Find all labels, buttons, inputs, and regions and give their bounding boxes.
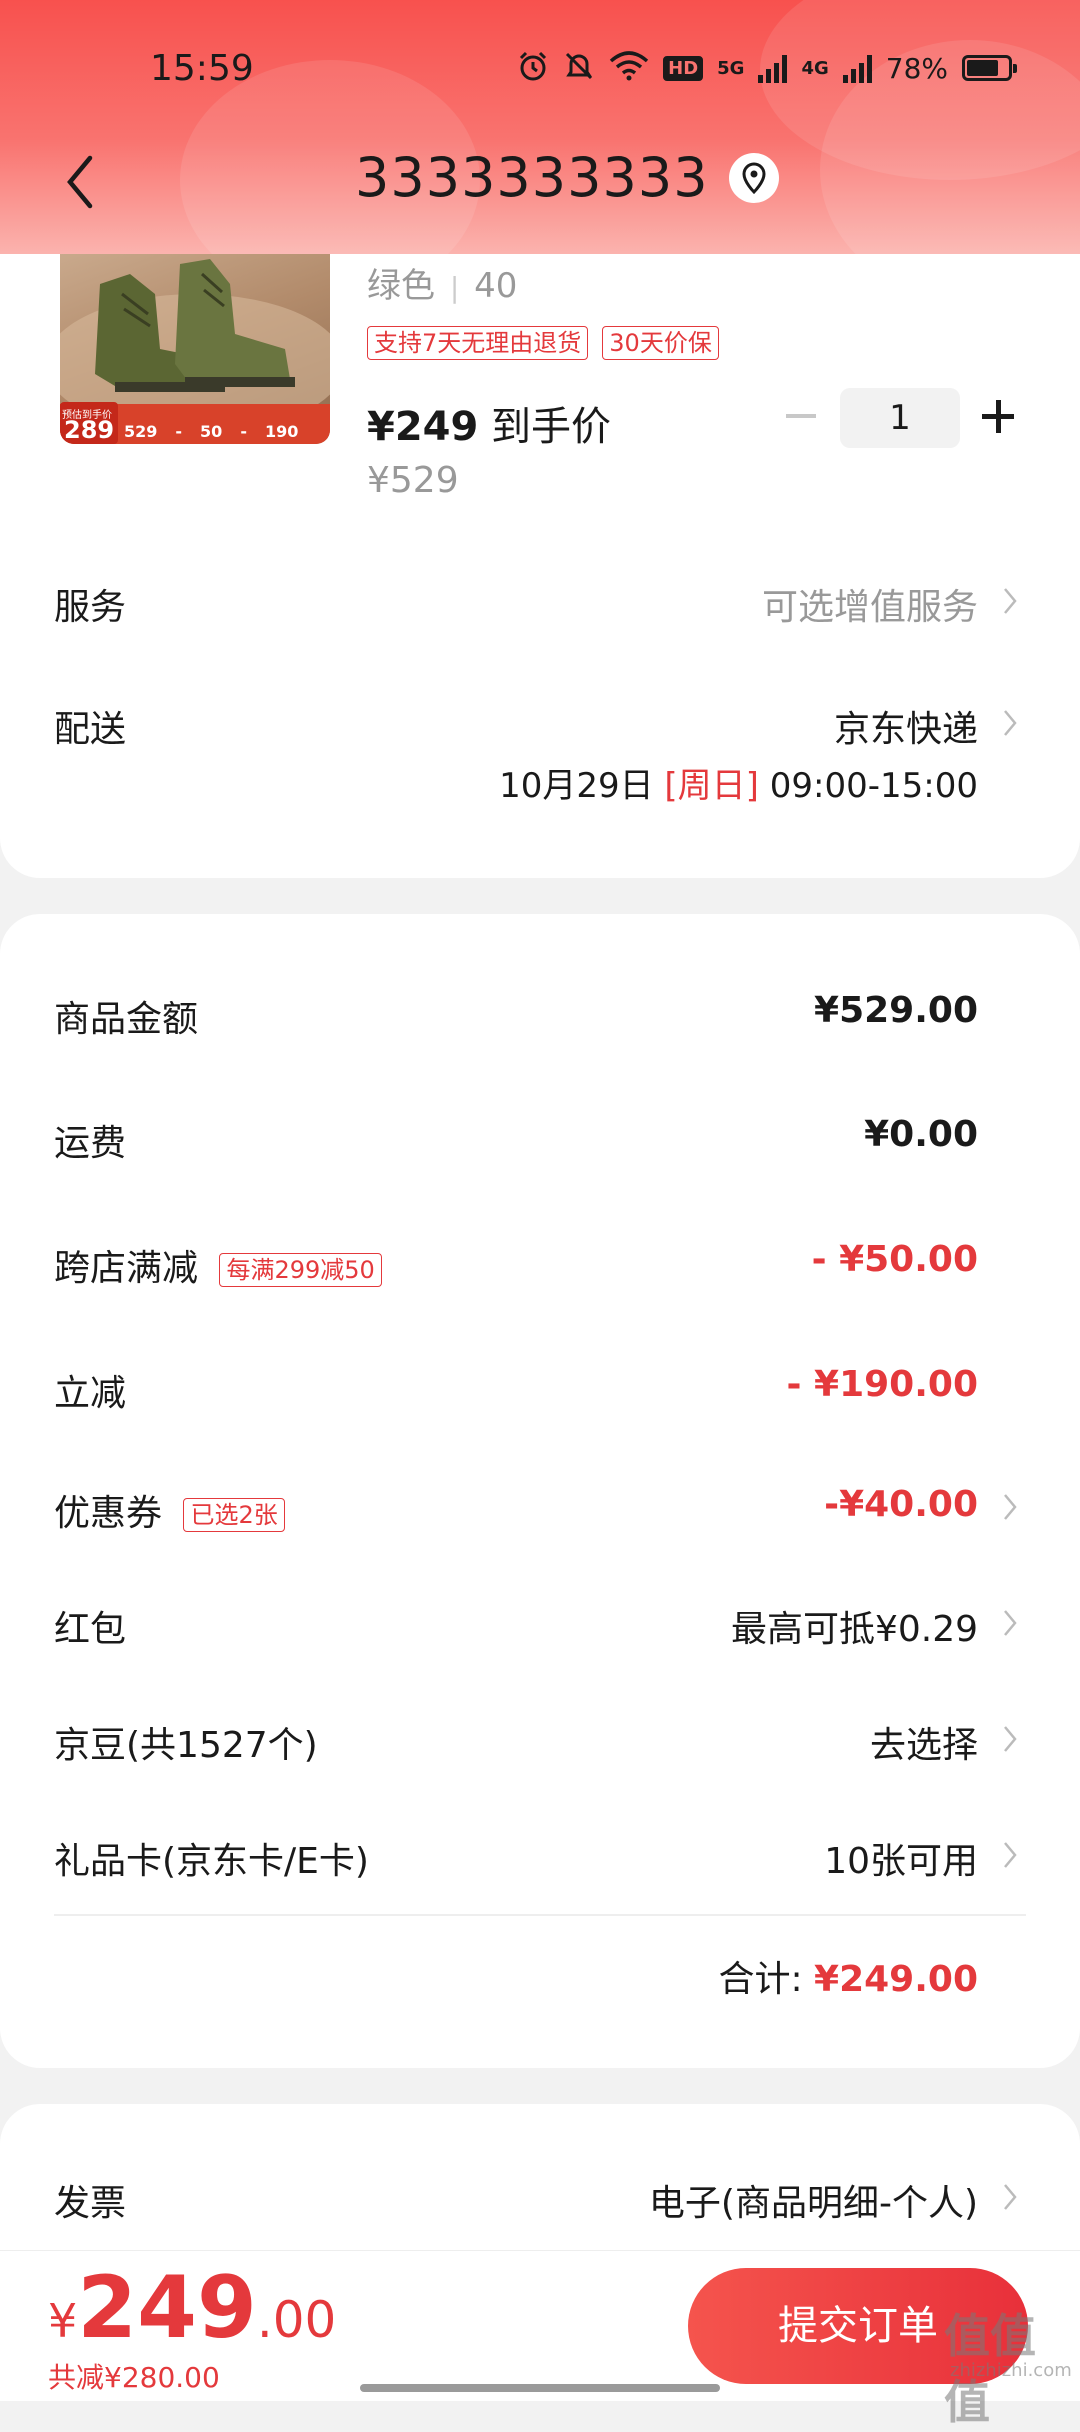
total-saved: 共减¥280.00 [48,2361,220,2394]
invoice-value[interactable]: 电子(商品明细-个人) [649,2174,978,2226]
product-price: ¥249 到手价 [367,394,611,452]
goods-amount-label: 商品金额 [54,999,199,1040]
service-label: 服务 [54,587,127,628]
invoice-label: 发票 [54,2183,127,2224]
price-suffix: 到手价 [491,404,612,450]
shipping-value: ¥0.00 [864,1114,978,1155]
battery-percent: 78% [885,51,948,85]
total-amount-decimal: .00 [256,2291,337,2349]
currency-symbol: ¥ [48,2294,78,2348]
minus-icon[interactable] [786,414,816,418]
return-policy-tag: 支持7天无理由退货 [367,326,589,360]
product-variant[interactable]: 绿色 | 40 [367,258,517,307]
chevron-right-icon[interactable] [1002,708,1018,738]
delivery-value[interactable]: 京东快递 [834,700,978,752]
cross-store-label: 跨店满减 [54,1248,199,1289]
battery-icon [962,55,1017,81]
quantity-stepper: 1 [780,386,1020,450]
header: 15:59 HD 5G 4G 78% 3333333333 [0,0,1080,254]
image-cell: 529 [124,422,158,441]
delivery-label: 配送 [54,709,127,750]
back-icon[interactable] [60,150,104,214]
image-badge-price: 289 [64,416,115,444]
chevron-right-icon[interactable] [1002,1608,1018,1638]
coupon-row: 优惠券 已选2张 [54,1484,285,1536]
gift-card-value[interactable]: 10张可用 [824,1832,978,1884]
summary-card: 商品金额 ¥529.00 运费 ¥0.00 跨店满减 每满299减50 - ¥5… [0,914,1080,2068]
delivery-time-range: 09:00-15:00 [769,766,978,806]
alarm-icon [517,50,549,86]
battery-fill [967,60,998,76]
image-cell: 190 [264,422,299,441]
delivery-weekday: [周日] [664,766,759,806]
variant-color: 绿色 [367,266,435,306]
status-time: 15:59 [150,48,254,89]
chevron-right-icon[interactable] [1002,1724,1018,1754]
signal-icon [758,53,788,83]
network-5g-label: 5G [717,57,745,79]
divider [54,1914,1026,1916]
quantity-input[interactable]: 1 [840,388,960,448]
product-tags: 支持7天无理由退货 30天价保 [367,326,719,360]
chevron-right-icon[interactable] [1002,586,1018,616]
jd-beans-label: 京豆(共1527个) [54,1725,318,1766]
goods-amount-value: ¥529.00 [814,990,978,1031]
service-value[interactable]: 可选增值服务 [762,578,978,630]
order-total: 合计: ¥249.00 [718,1950,978,2002]
bottom-total: ¥249.00 [48,2258,336,2358]
chevron-right-icon[interactable] [1002,1492,1018,1522]
chevron-right-icon[interactable] [1002,2182,1018,2212]
price-protect-tag: 30天价保 [602,326,719,360]
watermark-sub: zhizhizhi.com [950,2360,1072,2381]
signal-icon [842,53,872,83]
total-amount-integer: 249 [77,2258,257,2358]
status-icons: HD 5G 4G 78% [517,50,1017,86]
delivery-time[interactable]: 10月29日 [周日] 09:00-15:00 [499,758,978,807]
image-price-strip: 529 - 50 - 190 [124,422,298,441]
network-4g-label: 4G [801,57,829,79]
original-price: ¥529 [367,460,459,501]
chevron-right-icon[interactable] [1002,1840,1018,1870]
product-image[interactable]: 预估到手价 289 529 - 50 - 190 [60,254,330,444]
home-indicator[interactable] [360,2384,720,2392]
red-packet-label: 红包 [54,1609,127,1650]
variant-size: 40 [474,266,518,306]
status-bar: 15:59 HD 5G 4G 78% [0,0,1080,140]
total-label: 合计: [718,1959,803,2000]
price-value: ¥249 [367,404,479,450]
cross-store-tag: 每满299减50 [219,1253,382,1287]
coupon-tag: 已选2张 [183,1498,285,1532]
hd-icon: HD [663,55,704,81]
wifi-icon [609,51,649,85]
image-cell: - [240,422,247,441]
page-title: 3333333333 [355,146,709,209]
coupon-value[interactable]: -¥40.00 [824,1484,978,1525]
cross-store-row: 跨店满减 每满299减50 [54,1239,382,1291]
mute-icon [563,50,595,86]
total-value: ¥249.00 [814,1959,978,2000]
instant-discount-label: 立减 [54,1373,127,1414]
address-selector[interactable]: 3333333333 [355,146,779,209]
image-cell: - [175,422,183,441]
gift-card-label: 礼品卡(京东卡/E卡) [54,1841,369,1882]
image-cell: 50 [200,422,223,441]
red-packet-value[interactable]: 最高可抵¥0.29 [731,1600,978,1652]
location-pin-icon[interactable] [728,152,779,203]
instant-discount-value: - ¥190.00 [786,1364,978,1405]
coupon-label: 优惠券 [54,1493,163,1534]
variant-separator: | [449,271,460,304]
shipping-label: 运费 [54,1123,127,1164]
jd-beans-value[interactable]: 去选择 [870,1716,978,1768]
delivery-date: 10月29日 [499,766,654,806]
cross-store-value: - ¥50.00 [811,1239,978,1280]
